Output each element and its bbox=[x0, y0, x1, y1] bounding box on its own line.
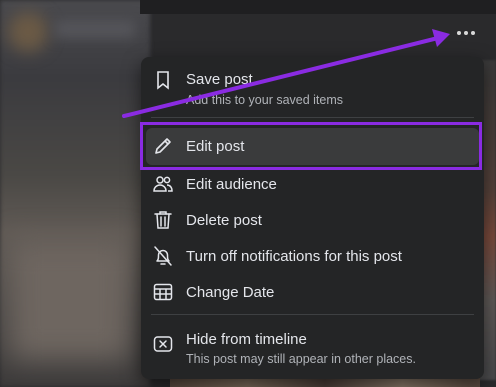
save-post-label: Save post bbox=[186, 71, 253, 88]
change-date-item[interactable]: Change Date bbox=[141, 275, 484, 309]
save-post-subtext: Add this to your saved items bbox=[186, 93, 344, 107]
people-icon bbox=[152, 173, 174, 195]
calendar-icon bbox=[152, 281, 174, 303]
pencil-icon bbox=[152, 135, 174, 157]
post-options-menu: Save post Add this to your saved items E… bbox=[141, 57, 484, 379]
change-date-label: Change Date bbox=[186, 284, 275, 301]
edit-audience-label: Edit audience bbox=[186, 176, 277, 193]
menu-divider bbox=[151, 117, 474, 118]
edit-audience-item[interactable]: Edit audience bbox=[141, 167, 484, 201]
trash-icon bbox=[152, 209, 174, 231]
more-options-button[interactable] bbox=[452, 22, 480, 44]
edit-post-item[interactable]: Edit post bbox=[141, 128, 484, 165]
close-box-icon bbox=[152, 333, 174, 355]
bookmark-icon bbox=[152, 69, 174, 91]
turn-off-notifications-label: Turn off notifications for this post bbox=[186, 248, 402, 265]
bell-off-icon bbox=[152, 245, 174, 267]
turn-off-notifications-item[interactable]: Turn off notifications for this post bbox=[141, 239, 484, 273]
delete-post-item[interactable]: Delete post bbox=[141, 203, 484, 237]
save-post-item[interactable]: Save post Add this to your saved items bbox=[141, 65, 484, 113]
hide-from-timeline-item[interactable]: Hide from timeline This post may still a… bbox=[141, 323, 484, 373]
delete-post-label: Delete post bbox=[186, 212, 262, 229]
more-horizontal-icon bbox=[457, 31, 461, 35]
edit-post-label: Edit post bbox=[186, 138, 245, 155]
menu-divider bbox=[151, 314, 474, 315]
hide-from-timeline-label: Hide from timeline bbox=[186, 331, 307, 348]
hide-from-timeline-subtext: This post may still appear in other plac… bbox=[186, 352, 416, 366]
